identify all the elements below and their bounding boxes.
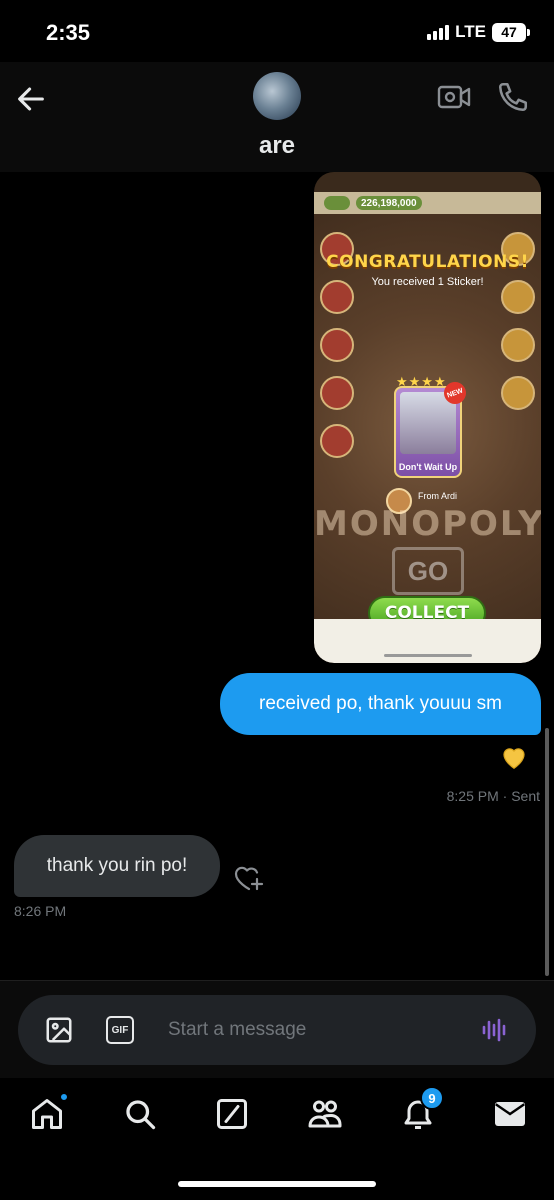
message-status: 8:25 PM · Sent [446, 788, 540, 804]
conversation-name[interactable]: are [0, 132, 554, 160]
game-bottom-bar [314, 619, 541, 663]
avatar[interactable] [253, 72, 301, 120]
scrollbar[interactable] [545, 728, 549, 976]
nav-notifications[interactable]: 9 [400, 1086, 444, 1132]
home-icon [32, 1099, 62, 1129]
game-top-bar: 226,198,000 [314, 192, 541, 214]
game-level-pill [324, 196, 350, 210]
nav-home[interactable] [29, 1092, 69, 1132]
gif-button[interactable]: GIF [106, 1016, 134, 1044]
congrats-subtext: You received 1 Sticker! [371, 276, 484, 288]
add-media-button[interactable] [44, 1015, 74, 1045]
back-arrow-icon [18, 87, 44, 111]
status-indicators: LTE 47 [427, 22, 530, 42]
grok-icon [217, 1099, 247, 1129]
congrats-headline: CONGRATULATIONS! [326, 252, 529, 272]
composer-area: GIF [0, 980, 554, 1078]
back-button[interactable] [14, 82, 48, 116]
network-label: LTE [455, 22, 486, 41]
nav-grok[interactable] [214, 1096, 250, 1132]
battery-level: 47 [501, 24, 517, 40]
voice-message-button[interactable] [480, 1015, 510, 1045]
battery-icon: 47 [492, 22, 526, 42]
incoming-message[interactable]: thank you rin po! [14, 835, 220, 897]
phone-icon [498, 82, 528, 112]
game-balance: 226,198,000 [356, 196, 422, 210]
nav-communities[interactable] [307, 1096, 343, 1132]
message-input[interactable] [168, 1011, 458, 1049]
yellow-heart-reaction-icon[interactable] [499, 742, 531, 774]
incoming-time: 8:26 PM [14, 903, 67, 919]
communities-icon [308, 1100, 342, 1128]
sticker-name: Don't Wait Up [398, 462, 458, 472]
notifications-badge: 9 [420, 1086, 444, 1110]
from-label: From Ardi [418, 491, 458, 501]
voice-call-button[interactable] [496, 80, 530, 114]
nav-messages[interactable] [492, 1096, 528, 1132]
mail-icon [495, 1102, 525, 1126]
outgoing-message[interactable]: received po, thank youuu sm [220, 673, 541, 735]
video-call-button[interactable] [436, 82, 472, 112]
signal-icon [427, 24, 450, 40]
home-indicator[interactable] [178, 1181, 376, 1187]
add-reaction-button[interactable] [232, 864, 266, 894]
conversation-header: are [0, 62, 554, 172]
board-logo-text: MONOPOLY [314, 504, 541, 544]
voice-wave-icon [482, 1018, 506, 1042]
composer: GIF [18, 995, 536, 1065]
heart-plus-icon [234, 866, 264, 891]
home-new-dot [59, 1092, 69, 1102]
image-message[interactable]: 226,198,000 CONGRATULATIONS! You receive… [314, 172, 541, 663]
image-icon [46, 1017, 72, 1043]
status-bar: 2:35 LTE 47 [0, 0, 554, 62]
search-icon [126, 1100, 156, 1130]
sticker-card: NEW Don't Wait Up [394, 378, 470, 478]
status-time: 2:35 [46, 20, 91, 45]
video-icon [437, 85, 471, 109]
go-tile: GO [392, 547, 464, 595]
nav-search[interactable] [122, 1096, 158, 1132]
